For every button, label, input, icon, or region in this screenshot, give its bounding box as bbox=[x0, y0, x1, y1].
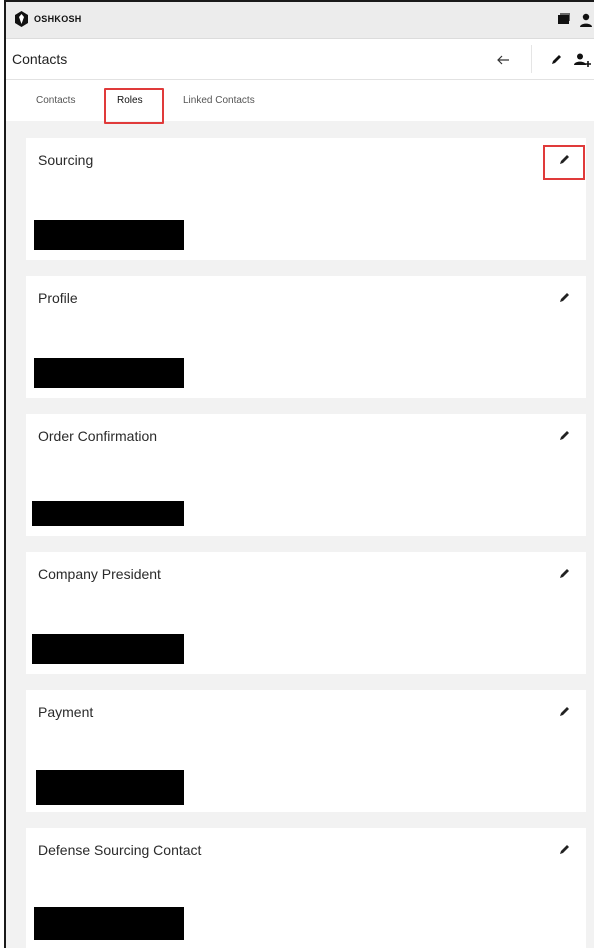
role-card-company-president: Company President bbox=[26, 552, 586, 674]
edit-role-button[interactable] bbox=[556, 566, 572, 582]
role-card-defense-sourcing-contact: Defense Sourcing Contact bbox=[26, 828, 586, 948]
tab-linked-contacts[interactable]: Linked Contacts bbox=[183, 95, 255, 106]
redacted-contact bbox=[36, 770, 184, 805]
add-user-icon bbox=[574, 53, 591, 67]
role-title: Company President bbox=[38, 566, 161, 582]
role-card-sourcing: Sourcing bbox=[26, 138, 586, 260]
pencil-icon bbox=[560, 707, 569, 716]
tab-roles-highlight bbox=[104, 88, 164, 124]
edit-role-button[interactable] bbox=[556, 290, 572, 306]
add-contact-button[interactable] bbox=[573, 51, 591, 69]
back-button[interactable] bbox=[494, 51, 512, 69]
role-card-profile: Profile bbox=[26, 276, 586, 398]
chat-icon[interactable] bbox=[556, 12, 572, 28]
edit-role-button[interactable] bbox=[556, 842, 572, 858]
role-title: Profile bbox=[38, 290, 78, 306]
pencil-icon bbox=[560, 845, 569, 854]
edit-button-highlight bbox=[543, 145, 585, 180]
role-card-payment: Payment bbox=[26, 690, 586, 812]
edit-role-button[interactable] bbox=[556, 704, 572, 720]
app-window: OSHKOSH Contacts Contacts Roles Linked C… bbox=[4, 0, 594, 948]
pencil-icon bbox=[560, 431, 569, 440]
edit-contact-button[interactable] bbox=[547, 51, 565, 69]
header-divider bbox=[531, 45, 532, 73]
role-title: Order Confirmation bbox=[38, 428, 158, 444]
redacted-contact bbox=[34, 220, 184, 250]
pencil-icon bbox=[560, 569, 569, 578]
edit-role-button[interactable] bbox=[556, 428, 572, 444]
app-bar: OSHKOSH bbox=[6, 2, 594, 39]
redacted-contact bbox=[32, 501, 184, 526]
redacted-contact bbox=[34, 907, 184, 940]
redacted-contact bbox=[32, 634, 184, 664]
pencil-icon bbox=[552, 55, 561, 64]
redacted-contact bbox=[34, 358, 184, 388]
oshkosh-logo-icon bbox=[15, 11, 28, 27]
brand-logo[interactable]: OSHKOSH bbox=[14, 11, 82, 27]
role-title: Payment bbox=[38, 704, 94, 720]
role-card-order-confirmation: Order Confirmation bbox=[26, 414, 586, 536]
page-title: Contacts bbox=[12, 51, 68, 67]
tab-bar: Contacts Roles Linked Contacts bbox=[6, 80, 594, 121]
brand-name: OSHKOSH bbox=[34, 14, 82, 24]
tab-contacts[interactable]: Contacts bbox=[36, 95, 75, 106]
back-arrow-icon bbox=[497, 55, 509, 65]
pencil-icon bbox=[560, 293, 569, 302]
page-header: Contacts bbox=[6, 39, 594, 80]
role-title: Defense Sourcing Contact bbox=[38, 842, 202, 858]
role-title: Sourcing bbox=[38, 152, 94, 168]
user-icon[interactable] bbox=[578, 12, 594, 28]
